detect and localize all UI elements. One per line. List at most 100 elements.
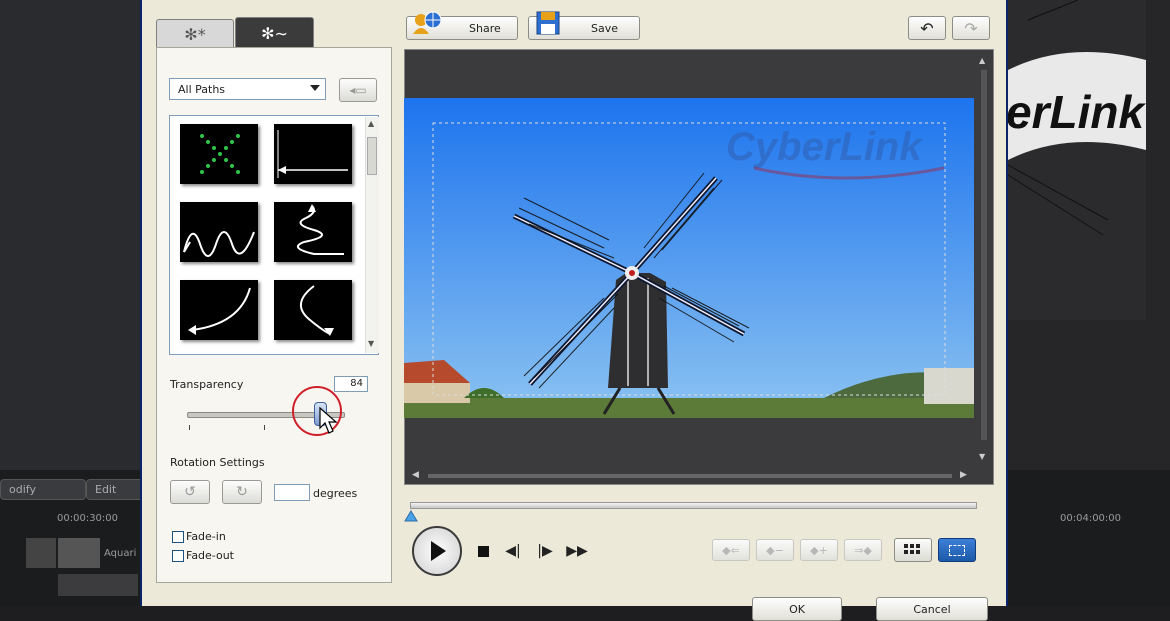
next-keyframe-icon: ⇒◆ — [854, 543, 872, 557]
transparency-value-input[interactable]: 84 — [334, 376, 368, 392]
cancel-button[interactable]: Cancel — [876, 597, 988, 621]
line-path-icon — [277, 130, 348, 178]
fast-forward-icon: ▶▶ — [566, 543, 588, 559]
background-edit-button[interactable]: Edit — [86, 479, 144, 500]
next-keyframe-button[interactable]: ⇒◆ — [844, 539, 882, 561]
svg-text:CyberLink: CyberLink — [726, 125, 923, 169]
play-button[interactable] — [412, 526, 462, 576]
safe-zone-button[interactable] — [938, 538, 976, 562]
slider-tick — [264, 425, 265, 430]
mouse-cursor-icon — [319, 406, 338, 434]
undo-icon: ↶ — [920, 18, 934, 38]
remove-keyframe-button[interactable]: ◆− — [756, 539, 794, 561]
particle-designer-dialog: ✻* ✻∼ All Paths ◂▭ ▲ ▼ Transparency 84 R… — [140, 0, 1008, 621]
rotate-left-button[interactable]: ↺ — [170, 480, 210, 504]
previous-keyframe-button[interactable]: ◆⇐ — [712, 539, 750, 561]
rotate-cw-icon: ↻ — [236, 484, 248, 500]
background-windmill-icon: erLink — [1008, 0, 1146, 320]
playhead-marker-icon[interactable] — [404, 510, 418, 522]
slider-tick — [189, 425, 190, 430]
background-clip-label: Aquari — [104, 548, 137, 559]
rotation-settings-label: Rotation Settings — [170, 456, 265, 469]
rotate-right-button[interactable]: ↻ — [222, 480, 262, 504]
grid-icon — [904, 544, 920, 554]
wave-path-icon — [183, 231, 255, 257]
background-audio-clip — [58, 574, 138, 596]
preview-horizontal-scroll-track[interactable] — [428, 474, 952, 478]
path-gallery: ▲ ▼ — [169, 115, 379, 355]
scroll-right-icon[interactable]: ▶ — [960, 470, 967, 480]
background-preview: erLink — [1008, 0, 1146, 320]
add-keyframe-icon: ◆+ — [810, 543, 828, 557]
safe-zone-icon — [949, 544, 965, 556]
preview-vertical-scrollbar[interactable]: ▲ ▼ — [976, 50, 992, 470]
path-thumb-wave[interactable] — [180, 202, 258, 262]
grid-view-button[interactable] — [894, 538, 932, 562]
scroll-left-icon[interactable]: ◀ — [412, 470, 419, 480]
background-clip-thumb — [58, 538, 100, 568]
path-thumb-cross[interactable] — [180, 124, 258, 184]
path-category-select[interactable]: All Paths — [169, 78, 326, 100]
stop-icon — [477, 545, 489, 557]
curve-path-icon — [300, 285, 334, 336]
tab-particles-label: ✻* — [184, 25, 206, 44]
path-thumb-spiral[interactable] — [274, 202, 352, 262]
cancel-label: Cancel — [913, 602, 951, 616]
import-path-button[interactable]: ◂▭ — [339, 78, 377, 102]
previous-frame-button[interactable]: ◀| — [500, 540, 526, 562]
floppy-save-icon — [536, 11, 560, 35]
share-label: Share — [469, 21, 501, 35]
redo-button[interactable]: ↷ — [952, 16, 990, 40]
background-timecode-right: 00:04:00:00 — [1060, 513, 1122, 524]
tab-paths[interactable]: ✻∼ — [235, 17, 314, 49]
path-thumb-curve[interactable] — [274, 280, 352, 340]
stop-button[interactable] — [472, 540, 494, 562]
background-timecode-left: 00:00:30:00 — [57, 513, 119, 524]
spiral-path-icon — [296, 204, 344, 255]
background-clip-thumb — [26, 538, 56, 568]
fade-out-checkbox[interactable] — [172, 550, 184, 562]
save-label: Save — [591, 21, 619, 35]
play-icon — [431, 541, 446, 561]
remove-keyframe-icon: ◆− — [766, 543, 784, 557]
ok-button[interactable]: OK — [752, 597, 842, 621]
tab-particles[interactable]: ✻* — [156, 19, 234, 49]
rotate-ccw-icon: ↺ — [184, 484, 196, 500]
redo-icon: ↷ — [964, 18, 978, 38]
scroll-up-icon[interactable]: ▲ — [979, 56, 985, 65]
scroll-down-icon[interactable]: ▼ — [368, 339, 374, 348]
path-thumb-arc[interactable] — [180, 280, 258, 340]
svg-text:erLink: erLink — [1008, 86, 1146, 138]
path-thumb-line[interactable] — [274, 124, 352, 184]
previous-frame-icon: ◀| — [505, 543, 521, 559]
fade-out-label: Fade-out — [186, 549, 234, 562]
share-button[interactable]: Share — [406, 11, 518, 40]
background-modify-button[interactable]: odify — [0, 479, 86, 500]
rotation-degrees-input[interactable] — [274, 484, 310, 501]
import-arrow-icon: ◂▭ — [349, 83, 367, 97]
windmill-image: CyberLink — [404, 98, 974, 418]
add-keyframe-button[interactable]: ◆+ — [800, 539, 838, 561]
scroll-down-icon[interactable]: ▼ — [979, 452, 985, 461]
scroll-up-icon[interactable]: ▲ — [368, 119, 374, 128]
preview-horizontal-scrollbar[interactable]: ◀ ▶ — [406, 468, 976, 484]
preview-image: CyberLink — [404, 98, 974, 418]
chevron-down-icon — [310, 85, 320, 91]
fast-forward-button[interactable]: ▶▶ — [562, 540, 592, 562]
transparency-label: Transparency — [170, 378, 244, 391]
fade-in-label: Fade-in — [186, 530, 226, 543]
fade-in-checkbox[interactable] — [172, 531, 184, 543]
ok-label: OK — [789, 602, 805, 616]
share-globe-icon — [413, 11, 442, 34]
arc-path-icon — [188, 287, 251, 335]
cross-path-icon — [200, 134, 240, 174]
path-category-value: All Paths — [178, 82, 226, 96]
gallery-scrollbar[interactable]: ▲ ▼ — [365, 117, 379, 353]
previous-keyframe-icon: ◆⇐ — [722, 543, 740, 557]
save-button[interactable]: Save — [528, 11, 640, 40]
undo-button[interactable]: ↶ — [908, 16, 946, 40]
preview-vertical-scroll-track[interactable] — [981, 70, 987, 440]
playback-progress-bar[interactable] — [410, 502, 977, 509]
next-frame-button[interactable]: |▶ — [532, 540, 558, 562]
gallery-scroll-thumb[interactable] — [367, 137, 377, 175]
